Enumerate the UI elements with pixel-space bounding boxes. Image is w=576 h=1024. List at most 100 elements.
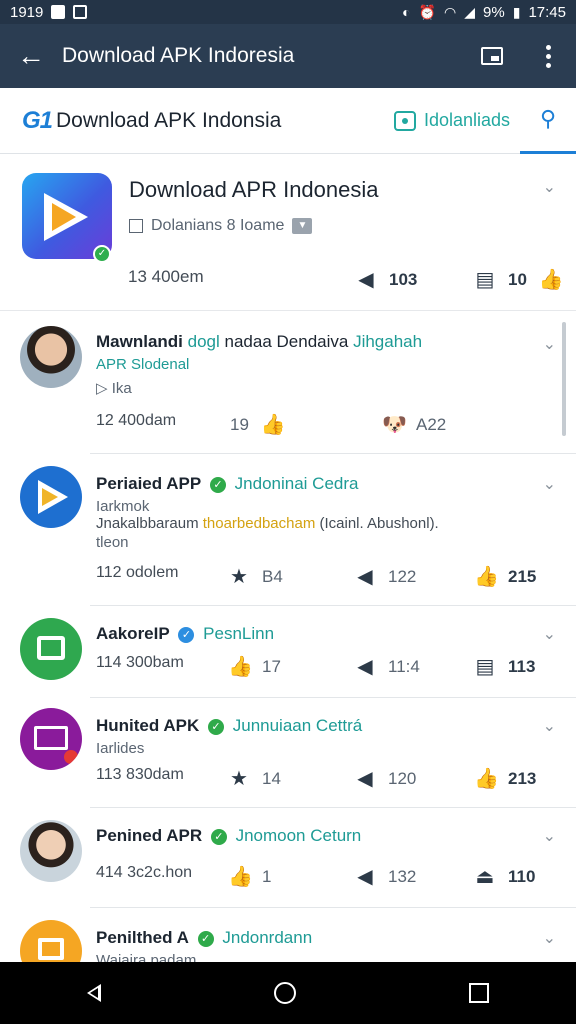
avatar	[20, 618, 82, 680]
search-button[interactable]: ⚲	[520, 88, 576, 154]
post-author[interactable]: Penined APR	[96, 826, 202, 845]
chevron-down-icon[interactable]: ⌄	[543, 474, 556, 494]
notification-icon	[51, 5, 66, 19]
downloads-link[interactable]: Idolanliads	[393, 110, 510, 131]
nav-home-icon[interactable]	[273, 982, 296, 1004]
avatar	[20, 466, 82, 528]
share-stat[interactable]: ◀ 103	[355, 267, 417, 292]
thumbs-up-icon: 👍	[474, 768, 499, 790]
play-accent	[42, 488, 58, 506]
emoji-icon: 🐶	[382, 414, 407, 436]
site-header: G1 Download APK Indonsia Idolanliads ⚲	[0, 88, 576, 154]
post-tag[interactable]: dogl	[188, 332, 220, 351]
save-stat[interactable]: ⏏ 110	[474, 864, 536, 889]
like-stat[interactable]: 19 👍	[230, 412, 286, 437]
post-author[interactable]: Mawnlandi	[96, 332, 183, 351]
save-count: 110	[508, 866, 536, 886]
post-body-a: Jnakalbbaraum	[96, 515, 203, 532]
battery-percent: 9%	[483, 3, 505, 21]
post-body-end: tleon	[96, 534, 129, 551]
chevron-down-icon[interactable]: ⌄	[543, 716, 556, 736]
post-stats: 114 300bam 👍 17 ◀ 11:4 ▤ 113	[96, 654, 556, 680]
star-count: 14	[262, 768, 281, 788]
site-logo[interactable]: G1	[22, 107, 53, 135]
post-subtitle: Iarkmok	[96, 498, 150, 515]
star-icon: ★	[230, 566, 248, 588]
post-tag[interactable]: PesnLinn	[203, 624, 274, 643]
search-icon: ⚲	[539, 106, 557, 131]
post-subtitle: Iarlides	[96, 740, 145, 757]
star-stat[interactable]: ★ B4	[228, 564, 283, 589]
like-stat[interactable]: 👍 213	[474, 766, 536, 791]
list-item[interactable]: Penilthed A ✓ Jndonrdann Wajaira padam ⌄	[0, 908, 576, 962]
featured-app-card[interactable]: ✓ Download APR Indonesia Dolanians 8 Ioa…	[0, 155, 576, 311]
post-author[interactable]: Hunited APK	[96, 716, 199, 735]
post-stats: 113 830dam ★ 14 ◀ 120 👍 213	[96, 766, 556, 792]
battery-icon: ▮	[512, 3, 521, 20]
share-stat[interactable]: ◀ 122	[354, 564, 416, 589]
cast-button[interactable]	[464, 24, 520, 88]
post-tag-secondary[interactable]: Jihgahah	[353, 332, 422, 351]
post-stats: 112 odolem ★ B4 ◀ 122 👍 215	[96, 564, 556, 590]
post-tag[interactable]: Jndonrdann	[222, 928, 312, 947]
post-tag[interactable]: Jnomoon Ceturn	[236, 826, 362, 845]
mail-icon	[34, 726, 68, 750]
post-tag[interactable]: Jndoninai Cedra	[235, 474, 359, 493]
save-stat[interactable]: ▤ 113	[474, 654, 536, 679]
featured-subtitle: Dolanians 8 Ioame	[151, 217, 285, 234]
nav-back-icon[interactable]	[86, 984, 101, 1002]
list-item[interactable]: Periaied APP ✓ Jndoninai Cedra Iarkmok J…	[0, 454, 576, 606]
dropdown-tag-icon[interactable]: ▼	[292, 218, 313, 234]
post-author[interactable]: AakoreIP	[96, 624, 170, 643]
share-count: 132	[388, 866, 417, 886]
chevron-down-icon[interactable]: ⌄	[543, 928, 556, 948]
thumbs-up-icon: 👍	[538, 269, 564, 291]
verified-icon: ✓	[178, 626, 195, 643]
like-stat[interactable]: 👍 215	[474, 564, 536, 589]
list-item[interactable]: Mawnlandi dogl nadaa Dendaiva Jihgahah A…	[0, 312, 576, 454]
featured-stats: 13 400em ◀ 103 ▤ 10 👍	[0, 267, 576, 295]
alarm-icon: ⏰	[418, 3, 437, 20]
like-stat[interactable]: 👍 17	[228, 654, 281, 679]
star-stat[interactable]: ★ 14	[228, 766, 281, 791]
site-name[interactable]: Download APK Indonsia	[56, 109, 394, 133]
list-item[interactable]: Penined APR ✓ Jnomoon Ceturn ⌄ 414 3c2c.…	[0, 808, 576, 908]
list-item[interactable]: Hunited APK ✓ Junnuiaan Cettrá Iarlides …	[0, 698, 576, 808]
avatar	[20, 920, 82, 962]
share-stat[interactable]: ◀ 132	[354, 864, 416, 889]
post-tag[interactable]: Junnuiaan Cettrá	[233, 716, 362, 735]
post-link[interactable]: APR Slodenal	[96, 356, 556, 373]
avatar	[20, 708, 82, 770]
chevron-down-icon[interactable]: ⌄	[543, 624, 556, 644]
chevron-down-icon[interactable]: ⌄	[543, 826, 556, 846]
chevron-down-icon[interactable]: ⌄	[543, 177, 556, 197]
like-stat[interactable]: ▤ 10 👍	[474, 267, 564, 292]
featured-time: 13 400em	[128, 267, 204, 286]
more-vert-icon	[545, 44, 551, 68]
post-author[interactable]: Penilthed A	[96, 928, 189, 947]
star-icon: ★	[230, 768, 248, 790]
reaction-stat[interactable]: 🐶 A22	[382, 412, 446, 437]
save-count: 113	[508, 656, 536, 676]
status-time-left: 1919	[10, 3, 44, 21]
list-item[interactable]: AakoreIP ✓ PesnLinn ⌄ 114 300bam 👍 17 ◀ …	[0, 606, 576, 698]
post-author[interactable]: Periaied APP	[96, 474, 201, 493]
chevron-down-icon[interactable]: ⌄	[543, 334, 556, 354]
like-stat[interactable]: 👍 1	[228, 864, 271, 889]
notification-dot	[64, 750, 78, 764]
thumbs-up-icon: 👍	[260, 414, 286, 436]
share-stat[interactable]: ◀ 11:4	[354, 654, 420, 679]
post-time: 12 400dam	[96, 412, 177, 429]
share-count: 122	[388, 566, 417, 586]
share-count: 120	[388, 768, 417, 788]
system-nav-bar	[0, 962, 576, 1024]
nav-recents-icon[interactable]	[469, 983, 490, 1003]
share-stat[interactable]: ◀ 120	[354, 766, 416, 791]
post-header: Mawnlandi dogl nadaa Dendaiva Jihgahah	[96, 332, 556, 352]
post-body-highlight[interactable]: thoarbedbacham	[203, 515, 316, 532]
arrow-left-icon[interactable]: ←	[0, 24, 62, 88]
post-time: 113 830dam	[96, 766, 184, 783]
star-count: B4	[262, 566, 283, 586]
more-options-button[interactable]	[520, 24, 576, 88]
play-accent	[52, 203, 76, 231]
